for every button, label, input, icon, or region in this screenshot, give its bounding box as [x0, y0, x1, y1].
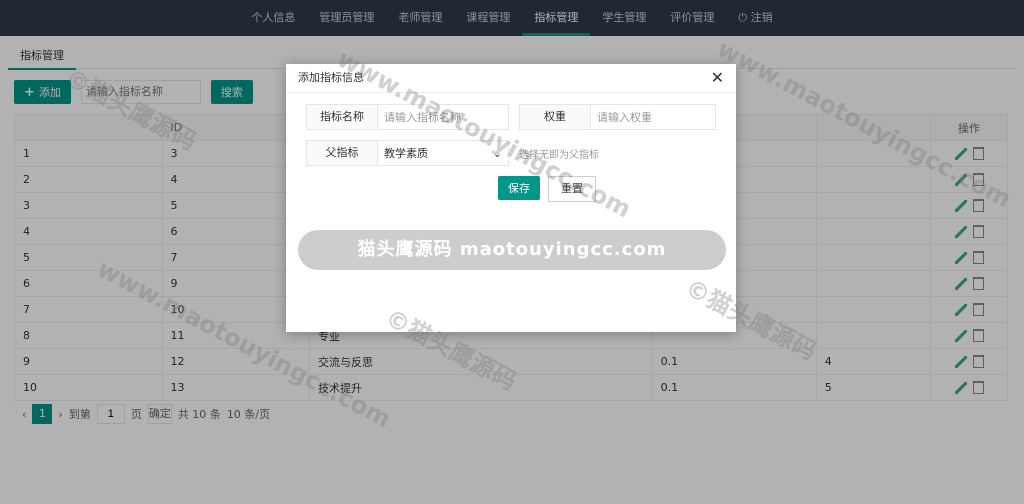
- weight-label: 权重: [519, 104, 591, 130]
- add-indicator-dialog: 添加指标信息 ✕ 指标名称 请输入指标名称 权重 请输入权重 父指标 教学素质 ⌄…: [286, 64, 736, 332]
- save-button[interactable]: 保存: [498, 176, 540, 200]
- parent-label: 父指标: [306, 140, 378, 166]
- close-icon[interactable]: ✕: [711, 64, 724, 92]
- weight-input[interactable]: 请输入权重: [591, 104, 716, 130]
- watermark-banner: 猫头鹰源码 maotouyingcc.com: [298, 230, 726, 270]
- name-label: 指标名称: [306, 104, 378, 130]
- parent-select-value: 教学素质: [384, 147, 428, 160]
